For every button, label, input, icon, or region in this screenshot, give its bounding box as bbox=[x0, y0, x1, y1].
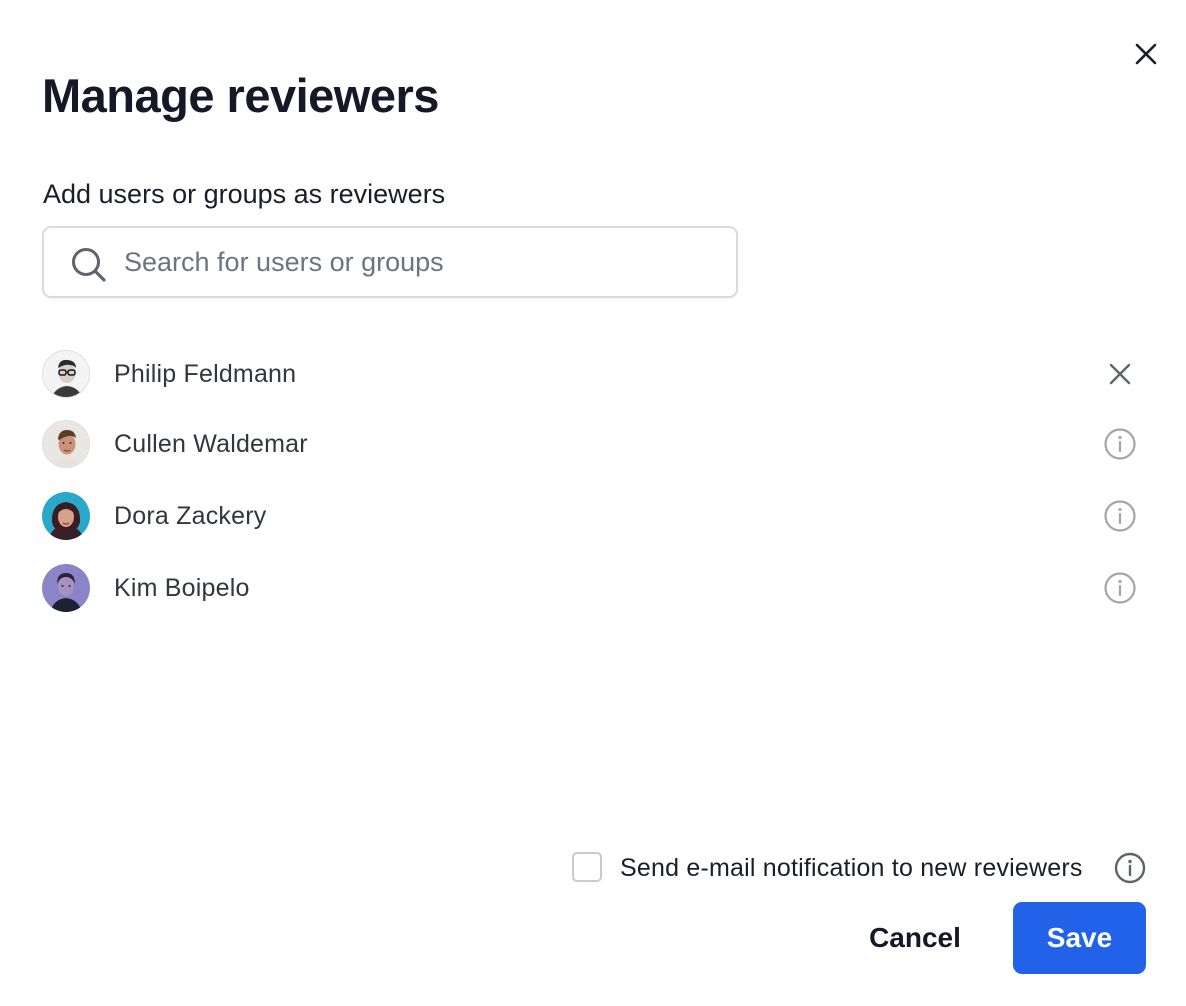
info-icon bbox=[1104, 572, 1136, 604]
email-notification-label: Send e-mail notification to new reviewer… bbox=[620, 854, 1083, 882]
remove-icon bbox=[1109, 363, 1131, 385]
info-icon[interactable] bbox=[1113, 851, 1147, 885]
search-input[interactable] bbox=[124, 238, 714, 286]
info-icon bbox=[1104, 428, 1136, 460]
reviewer-name: Kim Boipelo bbox=[114, 574, 250, 602]
reviewer-row-dora-zackery: Dora Zackery bbox=[42, 482, 1146, 554]
search-label: Add users or groups as reviewers bbox=[43, 179, 446, 209]
cancel-button[interactable]: Cancel bbox=[850, 904, 980, 972]
search-icon bbox=[72, 248, 106, 282]
avatar bbox=[42, 492, 90, 540]
reviewer-name: Dora Zackery bbox=[114, 502, 267, 530]
close-icon bbox=[1135, 43, 1157, 65]
manage-reviewers-dialog: Manage reviewers Add users or groups as … bbox=[0, 0, 1186, 1006]
avatar bbox=[42, 420, 90, 468]
info-icon bbox=[1104, 500, 1136, 532]
reviewer-name: Philip Feldmann bbox=[114, 360, 297, 388]
reviewer-row-philip-feldmann: Philip Feldmann bbox=[42, 340, 1146, 412]
avatar bbox=[42, 564, 90, 612]
avatar bbox=[42, 350, 90, 398]
reviewer-info-button[interactable] bbox=[1102, 570, 1138, 606]
reviewer-row-kim-boipelo: Kim Boipelo bbox=[42, 554, 1146, 626]
reviewer-name: Cullen Waldemar bbox=[114, 430, 308, 458]
email-notification-checkbox[interactable] bbox=[572, 852, 602, 882]
close-dialog-button[interactable] bbox=[1128, 36, 1164, 72]
reviewer-info-button[interactable] bbox=[1102, 498, 1138, 534]
search-box[interactable] bbox=[42, 226, 738, 298]
save-button[interactable]: Save bbox=[1013, 902, 1146, 974]
dialog-title: Manage reviewers bbox=[42, 69, 439, 122]
reviewer-row-cullen-waldemar: Cullen Waldemar bbox=[42, 410, 1146, 482]
remove-reviewer-button[interactable] bbox=[1102, 356, 1138, 392]
reviewer-info-button[interactable] bbox=[1102, 426, 1138, 462]
